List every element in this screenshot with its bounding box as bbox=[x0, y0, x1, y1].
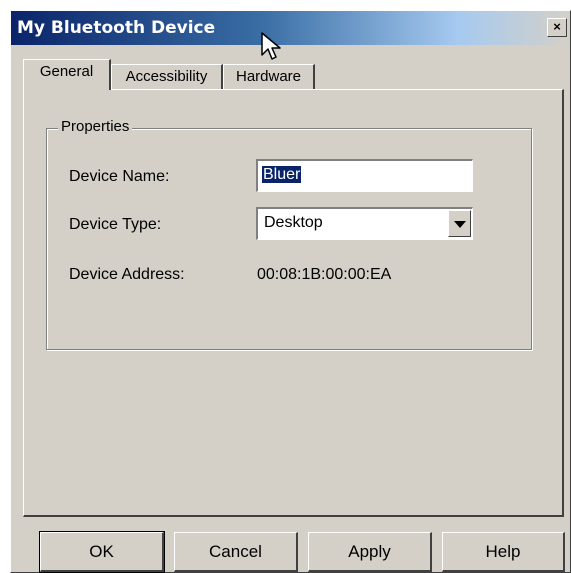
tab-accessibility-label: Accessibility bbox=[125, 68, 208, 85]
tab-hardware[interactable]: Hardware bbox=[223, 64, 315, 90]
apply-button[interactable]: Apply bbox=[308, 532, 432, 572]
close-button[interactable]: × bbox=[547, 18, 567, 37]
mouse-cursor-icon bbox=[261, 32, 281, 60]
cancel-button-label: Cancel bbox=[209, 542, 262, 561]
device-address-label: Device Address: bbox=[69, 266, 185, 283]
device-type-dropdown[interactable]: Desktop bbox=[256, 207, 473, 240]
help-button-label: Help bbox=[485, 542, 521, 561]
properties-dialog: My Bluetooth Device × General Accessibil… bbox=[10, 10, 571, 573]
device-name-label: Device Name: bbox=[69, 168, 170, 185]
chevron-down-icon bbox=[454, 221, 466, 228]
dropdown-button[interactable] bbox=[448, 210, 471, 237]
window-title: My Bluetooth Device bbox=[17, 18, 216, 38]
device-address-value: 00:08:1B:00:00:EA bbox=[257, 266, 392, 283]
tab-general[interactable]: General bbox=[23, 59, 111, 90]
ok-button[interactable]: OK bbox=[39, 531, 165, 573]
tab-hardware-label: Hardware bbox=[235, 68, 302, 85]
properties-group-label: Properties bbox=[58, 118, 133, 135]
device-name-value: Bluer bbox=[262, 166, 302, 183]
apply-button-label: Apply bbox=[348, 542, 391, 561]
close-icon: × bbox=[553, 19, 561, 34]
device-type-value: Desktop bbox=[264, 214, 323, 231]
general-tab-panel: Properties Device Name: Bluer Device Typ… bbox=[23, 89, 564, 517]
ok-button-label: OK bbox=[89, 542, 114, 561]
tab-accessibility[interactable]: Accessibility bbox=[111, 64, 223, 90]
title-bar[interactable]: My Bluetooth Device × bbox=[11, 11, 570, 45]
help-button[interactable]: Help bbox=[442, 532, 565, 572]
device-name-field[interactable]: Bluer bbox=[256, 159, 473, 192]
device-type-label: Device Type: bbox=[69, 216, 162, 233]
cancel-button[interactable]: Cancel bbox=[174, 532, 298, 572]
tab-general-label: General bbox=[39, 63, 94, 80]
